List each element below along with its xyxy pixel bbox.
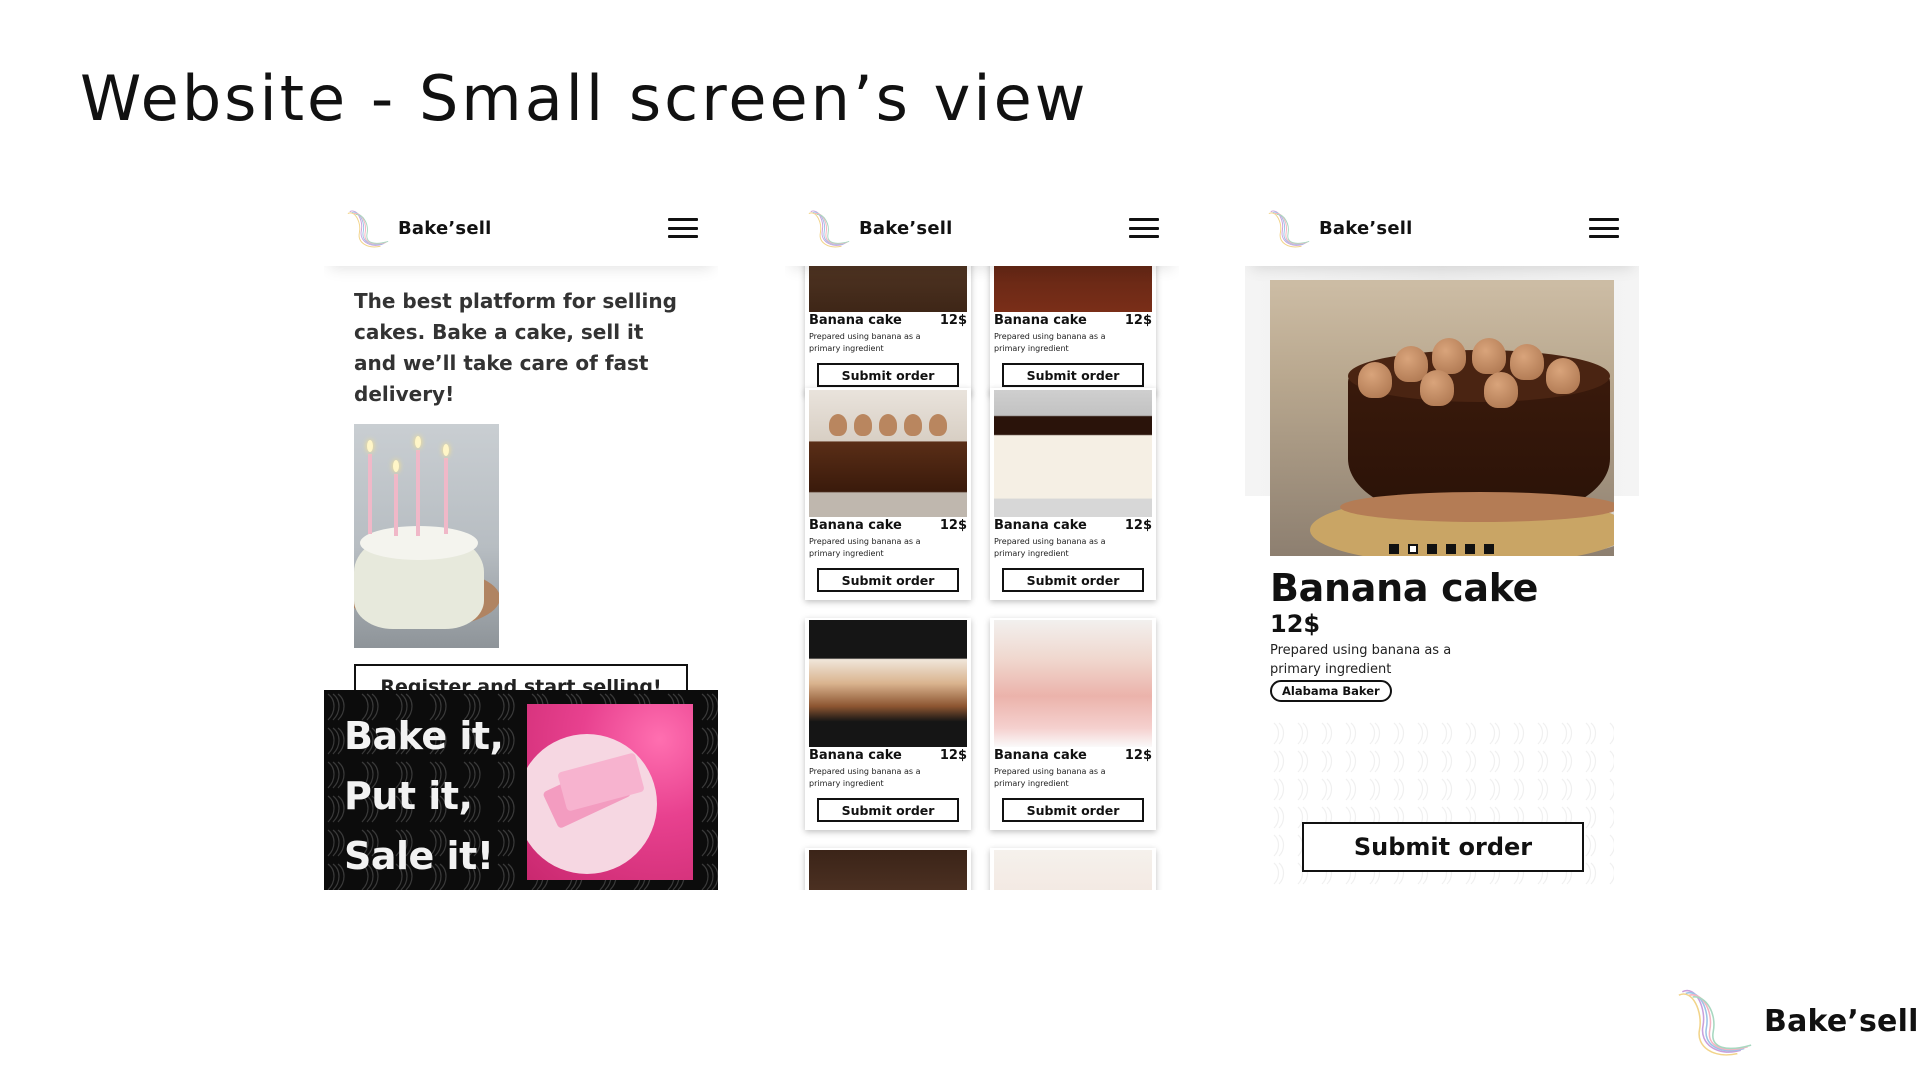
submit-order-button[interactable]: Submit order <box>1002 568 1144 592</box>
brand-name: Bake’sell <box>398 217 492 239</box>
product-description: Prepared using banana as a primary ingre… <box>1270 643 1452 677</box>
card-name: Banana cake <box>809 518 902 533</box>
carousel-dot[interactable] <box>1389 544 1399 554</box>
carousel-dot[interactable] <box>1446 544 1456 554</box>
card-name: Banana cake <box>994 518 1087 533</box>
card-desc: Prepared using banana as a primary ingre… <box>809 767 921 788</box>
card-price: 12$ <box>1124 748 1152 763</box>
card-price: 12$ <box>1124 313 1152 328</box>
product-title: Banana cake <box>1270 566 1539 610</box>
product-card[interactable]: Banana cake 12$ Prepared using banana as … <box>990 618 1156 830</box>
promo-line-1: Bake it, <box>344 714 504 758</box>
carousel-dot[interactable] <box>1427 544 1437 554</box>
wave-logo-icon <box>1678 989 1752 1056</box>
card-price: 12$ <box>939 518 967 533</box>
hamburger-menu-icon[interactable] <box>668 218 698 238</box>
carousel-dot[interactable] <box>1484 544 1494 554</box>
submit-order-button[interactable]: Submit order <box>1302 822 1584 872</box>
detail-screen: Bake’sell Banana cake 12$ Prepared using… <box>1245 190 1639 890</box>
cake-image <box>809 620 967 747</box>
submit-order-button[interactable]: Submit order <box>817 568 959 592</box>
brand-link[interactable]: Bake’sell <box>805 204 952 252</box>
product-card[interactable]: Banana cake 12$ Prepared using banana as … <box>990 388 1156 600</box>
product-card[interactable]: Banana cake 12$ Prepared using banana as … <box>805 618 971 830</box>
product-image-carousel[interactable] <box>1270 280 1614 556</box>
wave-logo-icon <box>1268 210 1310 248</box>
carousel-dot-active[interactable] <box>1408 544 1418 554</box>
brand-name: Bake’sell <box>1319 217 1413 239</box>
home-header: Bake’sell <box>324 190 718 266</box>
promo-line-3: Sale it! <box>344 834 494 878</box>
promo-slogan: Bake it, Put it, Sale it! <box>344 706 504 886</box>
card-desc: Prepared using banana as a primary ingre… <box>994 537 1106 558</box>
card-desc: Prepared using banana as a primary ingre… <box>809 537 921 558</box>
card-name: Banana cake <box>994 313 1087 328</box>
slide-title: Website - Small screen’s view <box>80 62 1089 135</box>
card-name: Banana cake <box>809 748 902 763</box>
baker-tag[interactable]: Alabama Baker <box>1270 680 1392 702</box>
submit-order-button[interactable]: Submit order <box>1002 363 1144 387</box>
brand-link[interactable]: Bake’sell <box>344 204 491 252</box>
card-desc: Prepared using banana as a primary ingre… <box>994 332 1106 353</box>
product-card[interactable]: Banana cake 12$ Prepared using banana as … <box>805 388 971 600</box>
home-screen: Bake’sell The best platform for selling … <box>324 190 718 890</box>
cake-image <box>994 850 1152 890</box>
hamburger-menu-icon[interactable] <box>1129 218 1159 238</box>
carousel-dot[interactable] <box>1465 544 1475 554</box>
card-price: 12$ <box>1124 518 1152 533</box>
card-desc: Prepared using banana as a primary ingre… <box>994 767 1106 788</box>
carousel-dots[interactable] <box>1389 544 1494 554</box>
wave-logo-icon <box>347 210 389 248</box>
hamburger-menu-icon[interactable] <box>1589 218 1619 238</box>
detail-header: Bake’sell <box>1245 190 1639 266</box>
submit-order-button[interactable]: Submit order <box>817 798 959 822</box>
cake-image <box>809 850 967 890</box>
card-name: Banana cake <box>994 748 1087 763</box>
card-desc: Prepared using banana as a primary ingre… <box>809 332 921 353</box>
wave-logo-icon <box>808 210 850 248</box>
listing-header: Bake’sell <box>785 190 1179 266</box>
product-price: 12$ <box>1270 610 1321 638</box>
submit-order-button[interactable]: Submit order <box>1002 798 1144 822</box>
promo-banner: Bake it, Put it, Sale it! <box>324 690 718 890</box>
card-name: Banana cake <box>809 313 902 328</box>
birthday-cake-image <box>354 424 499 648</box>
card-price: 12$ <box>939 748 967 763</box>
hero-text: The best platform for selling cakes. Bak… <box>354 289 677 406</box>
cake-image <box>994 390 1152 517</box>
corner-brand: Bake’sell <box>1672 978 1919 1064</box>
product-card[interactable] <box>805 848 971 890</box>
product-card[interactable] <box>990 848 1156 890</box>
brand-link[interactable]: Bake’sell <box>1265 204 1412 252</box>
sprinkle-treats-image <box>527 704 693 880</box>
submit-order-button[interactable]: Submit order <box>817 363 959 387</box>
brand-name: Bake’sell <box>859 217 953 239</box>
promo-line-2: Put it, <box>344 774 473 818</box>
card-price: 12$ <box>939 313 967 328</box>
cake-image <box>994 620 1152 747</box>
brand-name: Bake’sell <box>1764 1003 1919 1039</box>
cake-image <box>809 390 967 517</box>
listing-screen: Bake’sell Banana cake 12$ Prepared using … <box>785 190 1179 890</box>
